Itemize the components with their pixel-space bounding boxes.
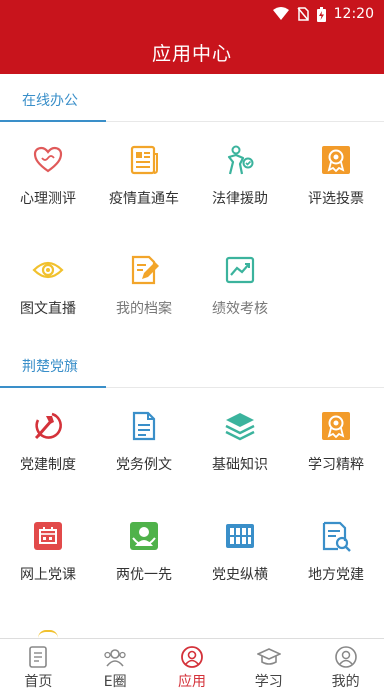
heart-icon xyxy=(33,146,63,173)
app-item-two-excellence[interactable]: 两优一先 xyxy=(96,520,192,620)
app-item-online-class[interactable]: 网上党课 xyxy=(0,520,96,620)
nav-label: 学习 xyxy=(254,674,283,690)
nav-label: 我的 xyxy=(331,674,360,690)
section-title: 在线办公 xyxy=(22,93,78,109)
section-underline xyxy=(0,386,106,388)
people-icon xyxy=(130,522,158,550)
section-header-jingchu-party[interactable]: 荆楚党旗 xyxy=(0,342,384,388)
app-label: 我的档案 xyxy=(116,301,172,317)
chart-icon xyxy=(225,256,255,284)
section-header-online-office[interactable]: 在线办公 xyxy=(0,76,384,122)
person-icon xyxy=(334,646,357,668)
app-label: 图文直播 xyxy=(20,301,76,317)
app-label: 学习精粹 xyxy=(308,457,364,473)
app-label: 心理测评 xyxy=(20,191,76,207)
balance-icon xyxy=(227,145,254,175)
section-title: 荆楚党旗 xyxy=(22,359,78,375)
search-document-icon xyxy=(322,521,351,552)
app-label: 评选投票 xyxy=(308,191,364,207)
nav-item-mine[interactable]: 我的 xyxy=(307,639,384,696)
app-item-local-party[interactable]: 地方党建 xyxy=(288,520,384,620)
page-title: 应用中心 xyxy=(151,42,232,65)
award-icon xyxy=(322,412,350,440)
party-emblem-icon xyxy=(34,412,62,440)
document-icon xyxy=(132,411,156,441)
app-label: 疫情直通车 xyxy=(109,191,179,207)
books-icon xyxy=(226,524,254,548)
app-label: 地方党建 xyxy=(308,567,364,583)
title-bar: 应用中心 xyxy=(0,30,384,74)
status-time: 12:20 xyxy=(333,6,374,22)
app-label: 基础知识 xyxy=(212,457,268,473)
no-sim-icon xyxy=(297,7,309,21)
bottom-nav: 首页 E圈 应用 学习 我的 xyxy=(0,638,384,696)
group-icon xyxy=(104,649,126,667)
app-item-party-articles[interactable]: 党务例文 xyxy=(96,410,192,510)
nav-label: 应用 xyxy=(177,674,206,690)
app-item-performance[interactable]: 绩效考核 xyxy=(192,254,288,354)
eye-icon xyxy=(32,261,64,279)
nav-item-home[interactable]: 首页 xyxy=(0,639,77,696)
app-item-my-archive[interactable]: 我的档案 xyxy=(96,254,192,354)
nav-label: 首页 xyxy=(24,674,53,690)
app-label: 党务例文 xyxy=(116,457,172,473)
grad-cap-icon xyxy=(256,648,281,665)
next-row-partial-icon xyxy=(38,630,58,638)
award-icon xyxy=(322,146,350,174)
wifi-icon xyxy=(272,7,289,20)
app-item-psych-test[interactable]: 心理测评 xyxy=(0,144,96,244)
home-doc-icon xyxy=(29,646,48,668)
layers-icon xyxy=(225,413,255,441)
nav-item-apps[interactable]: 应用 xyxy=(154,639,231,696)
nav-label: E圈 xyxy=(103,674,127,690)
app-item-study-essence[interactable]: 学习精粹 xyxy=(288,410,384,510)
app-label: 绩效考核 xyxy=(212,301,268,317)
calendar-icon xyxy=(34,522,62,550)
apps-icon xyxy=(181,646,203,668)
app-item-live-broadcast[interactable]: 图文直播 xyxy=(0,254,96,354)
app-label: 党史纵横 xyxy=(212,567,268,583)
app-item-party-history[interactable]: 党史纵横 xyxy=(192,520,288,620)
status-icons: 12:20 xyxy=(272,6,374,22)
newspaper-icon xyxy=(130,145,158,175)
app-label: 党建制度 xyxy=(20,457,76,473)
app-item-legal-aid[interactable]: 法律援助 xyxy=(192,144,288,244)
edit-document-icon xyxy=(131,255,159,285)
app-label: 法律援助 xyxy=(212,191,268,207)
app-item-party-system[interactable]: 党建制度 xyxy=(0,410,96,510)
app-label: 两优一先 xyxy=(116,567,172,583)
app-item-basic-knowledge[interactable]: 基础知识 xyxy=(192,410,288,510)
app-item-epidemic-express[interactable]: 疫情直通车 xyxy=(96,144,192,244)
nav-item-study[interactable]: 学习 xyxy=(230,639,307,696)
nav-item-e-circle[interactable]: E圈 xyxy=(77,639,154,696)
battery-icon xyxy=(316,6,326,22)
status-bar: 12:20 xyxy=(0,0,384,30)
section-underline xyxy=(0,120,106,122)
app-label: 网上党课 xyxy=(20,567,76,583)
app-item-voting[interactable]: 评选投票 xyxy=(288,144,384,244)
